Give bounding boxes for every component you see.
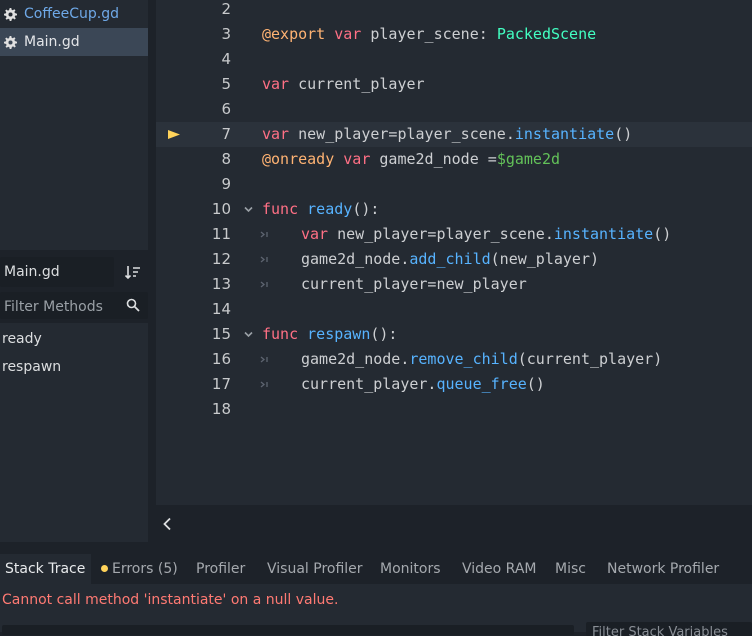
code-line: 11 var new_player=player_scene.instantia… <box>156 222 752 247</box>
tab-visual-profiler[interactable]: Visual Profiler <box>267 554 363 584</box>
script-name: CoffeeCup.gd <box>24 6 119 22</box>
code-text: var new_player=player_scene.instantiate(… <box>301 225 672 243</box>
method-item-respawn[interactable]: respawn <box>0 353 148 381</box>
code-line: 6 <box>156 97 752 122</box>
debugger-panel: Cannot call method 'instantiate' on a nu… <box>0 584 752 636</box>
error-message: Cannot call method 'instantiate' on a nu… <box>2 592 339 608</box>
filter-methods-input[interactable] <box>0 292 124 321</box>
script-item-main[interactable]: Main.gd <box>0 28 148 56</box>
line-number: 9 <box>221 175 231 193</box>
code-line: 12 game2d_node.add_child(new_player) <box>156 247 752 272</box>
code-text: game2d_node.add_child(new_player) <box>301 250 600 268</box>
line-number: 6 <box>221 100 231 118</box>
gear-icon <box>4 36 17 49</box>
line-number: 14 <box>211 300 231 318</box>
line-number: 2 <box>221 0 231 18</box>
line-number: 18 <box>211 400 231 418</box>
tab-indent-icon <box>260 356 268 363</box>
tab-indent-icon <box>260 231 268 238</box>
tab-indent-icon <box>260 256 268 263</box>
line-number: 7 <box>221 125 231 143</box>
code-line: 17 current_player.queue_free() <box>156 372 752 397</box>
line-number: 4 <box>221 50 231 68</box>
script-name: Main.gd <box>24 34 80 50</box>
chevron-left-icon[interactable] <box>162 517 172 531</box>
scripts-list: CoffeeCup.gd Main.gd <box>0 0 148 250</box>
code-line: 3 @export var player_scene: PackedScene <box>156 22 752 47</box>
line-number: 17 <box>211 375 231 393</box>
tab-indent-icon <box>260 381 268 388</box>
warning-dot-icon <box>101 564 108 572</box>
search-icon <box>126 298 140 312</box>
left-panel: CoffeeCup.gd Main.gd Main.gd ready respa… <box>0 0 152 545</box>
filter-methods-box <box>0 292 148 321</box>
code-line: 2 <box>156 0 752 22</box>
tab-indent-icon <box>260 281 268 288</box>
filter-stack-variables-placeholder: Filter Stack Variables <box>592 625 728 636</box>
code-line-current: 7 var new_player=player_scene.instantiat… <box>156 122 752 147</box>
tab-network-profiler[interactable]: Network Profiler <box>607 554 719 584</box>
code-line: 4 <box>156 47 752 72</box>
tab-misc[interactable]: Misc <box>555 554 586 584</box>
line-number: 3 <box>221 25 231 43</box>
gear-icon <box>4 8 17 21</box>
line-number: 12 <box>211 250 231 268</box>
stack-frames-list[interactable] <box>2 625 574 635</box>
code-text: var current_player <box>262 75 425 93</box>
code-line: 15 func respawn(): <box>156 322 752 347</box>
line-number: 13 <box>211 275 231 293</box>
sort-methods-icon[interactable] <box>124 264 142 282</box>
code-line: 18 <box>156 397 752 422</box>
methods-header: Main.gd <box>0 257 148 289</box>
code-text: current_player=new_player <box>301 275 527 293</box>
code-text: func ready(): <box>262 200 380 218</box>
fold-chevron-icon[interactable] <box>244 331 253 338</box>
tab-profiler[interactable]: Profiler <box>196 554 245 584</box>
fold-chevron-icon[interactable] <box>244 206 253 213</box>
editor-bottom-bar <box>156 505 752 545</box>
code-line: 8 @onready var game2d_node =$game2d <box>156 147 752 172</box>
code-line: 10 func ready(): <box>156 197 752 222</box>
code-line: 13 current_player=new_player <box>156 272 752 297</box>
line-number: 10 <box>211 200 231 218</box>
filter-stack-variables-box[interactable]: Filter Stack Variables <box>586 622 752 636</box>
tab-errors-label: Errors (5) <box>112 561 178 577</box>
code-text: @onready var game2d_node =$game2d <box>262 150 561 168</box>
line-number: 8 <box>221 150 231 168</box>
methods-current-file: Main.gd <box>0 257 114 287</box>
method-item-ready[interactable]: ready <box>0 325 148 353</box>
line-number: 16 <box>211 350 231 368</box>
tab-monitors[interactable]: Monitors <box>380 554 441 584</box>
code-text: func respawn(): <box>262 325 398 343</box>
script-item-coffeecup[interactable]: CoffeeCup.gd <box>0 0 148 28</box>
tab-errors[interactable]: Errors (5) <box>101 554 178 584</box>
code-line: 16 game2d_node.remove_child(current_play… <box>156 347 752 372</box>
line-number: 5 <box>221 75 231 93</box>
line-number: 15 <box>211 325 231 343</box>
code-text: current_player.queue_free() <box>301 375 545 393</box>
debugger-tabs: Stack Trace Errors (5) Profiler Visual P… <box>0 554 752 584</box>
line-number: 11 <box>211 225 231 243</box>
code-text: game2d_node.remove_child(current_player) <box>301 350 663 368</box>
code-line: 9 <box>156 172 752 197</box>
methods-list: ready respawn <box>0 323 148 542</box>
code-editor[interactable]: 2 3 @export var player_scene: PackedScen… <box>156 0 752 505</box>
code-text: @export var player_scene: PackedScene <box>262 25 597 43</box>
code-line: 14 <box>156 297 752 322</box>
tab-video-ram[interactable]: Video RAM <box>462 554 537 584</box>
code-text: var new_player=player_scene.instantiate(… <box>262 125 633 143</box>
tab-stack-trace[interactable]: Stack Trace <box>0 554 92 584</box>
code-line: 5 var current_player <box>156 72 752 97</box>
